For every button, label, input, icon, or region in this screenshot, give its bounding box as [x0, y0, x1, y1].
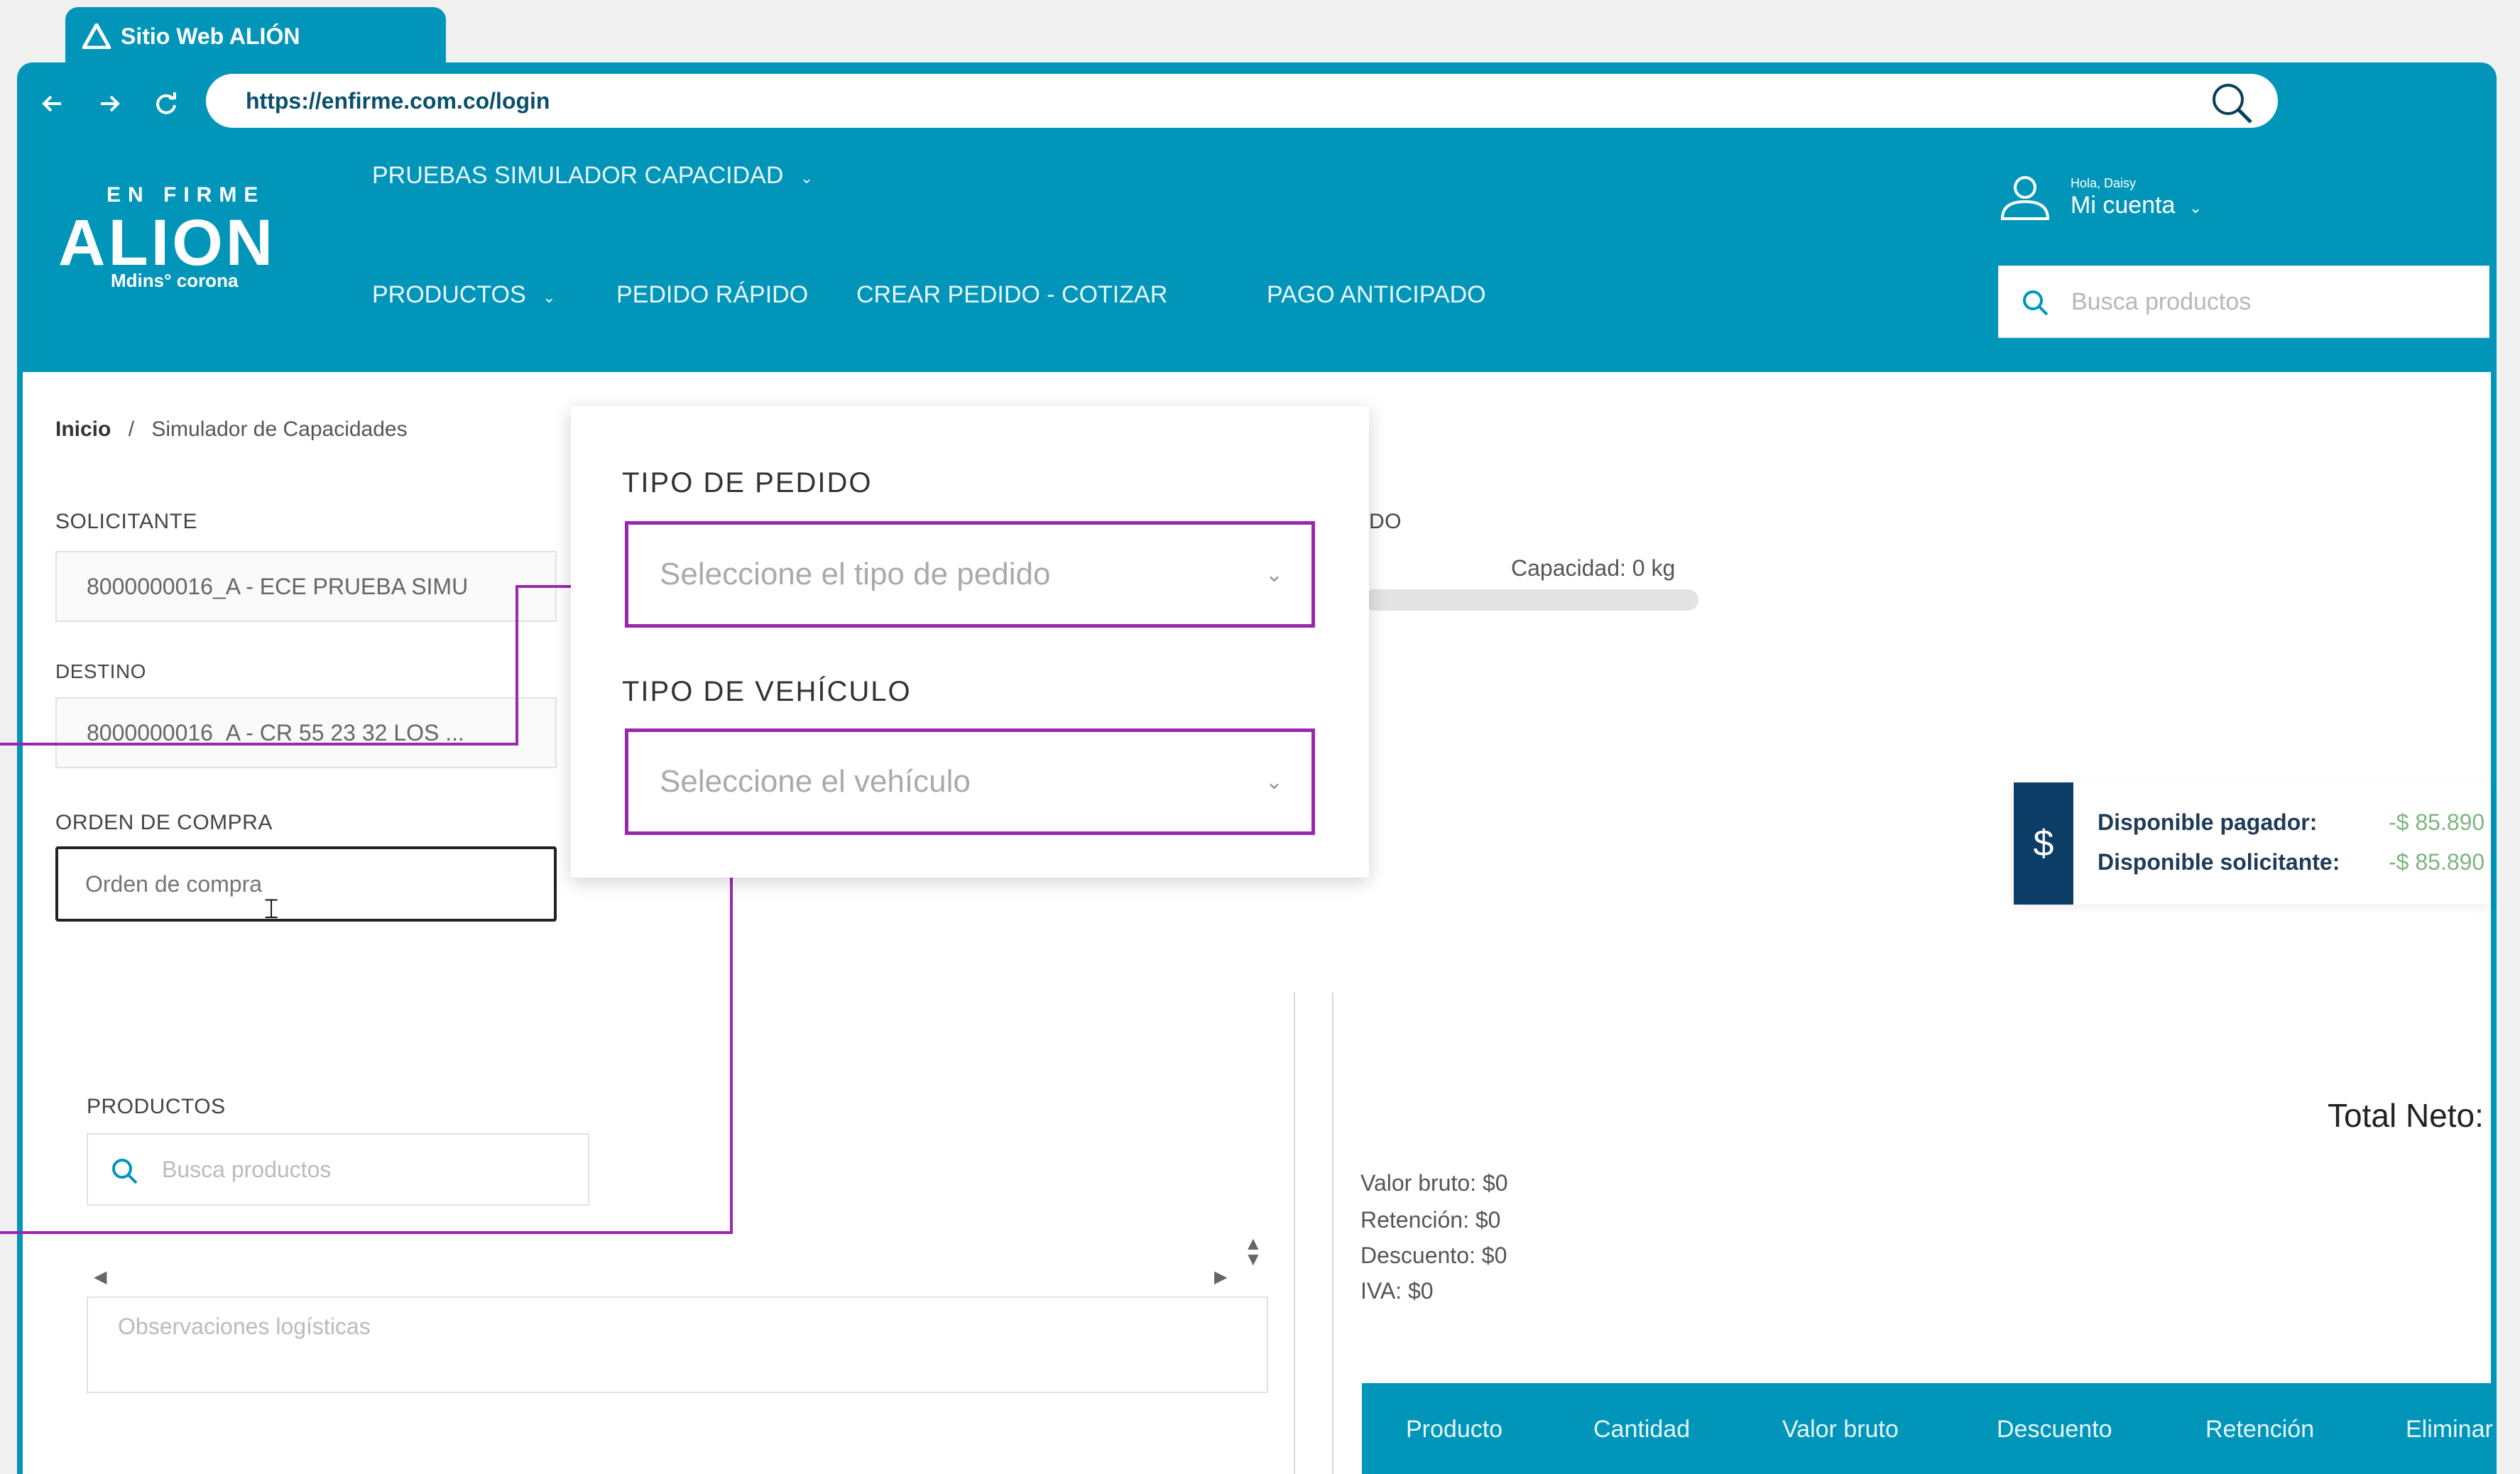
callout-line	[0, 1231, 733, 1234]
nav-pago-anticipado[interactable]: PAGO ANTICIPADO	[1267, 281, 1486, 309]
logo-sub-text: Mdins° corona	[111, 270, 239, 291]
greeting: Hola, Daisy	[2071, 176, 2137, 190]
observaciones-textarea[interactable]: Observaciones logísticas	[87, 1296, 1268, 1393]
breadcrumb-separator: /	[128, 417, 135, 441]
disponible-solicitante-value: -$ 85.890	[2389, 849, 2485, 875]
url-bar[interactable]: https://enfirme.com.co/login	[206, 74, 2278, 128]
capacity-partial-label: DO	[1369, 510, 1402, 533]
breadcrumb: Inicio / Simulador de Capacidades	[55, 417, 408, 442]
col-eliminar: Eliminar	[2406, 1416, 2493, 1443]
text-cursor-icon: 𝙸	[261, 893, 282, 924]
capacity-bar	[1363, 589, 1698, 611]
user-icon[interactable]	[1998, 173, 2052, 222]
divider	[1294, 993, 1295, 1474]
nav-pedido-rapido[interactable]: PEDIDO RÁPIDO	[616, 281, 808, 309]
valor-bruto-summary: Valor bruto: $0	[1360, 1170, 1508, 1196]
total-neto-label: Total Neto:	[2328, 1097, 2484, 1134]
url-text: https://enfirme.com.co/login	[246, 87, 550, 114]
table-header	[1362, 1383, 2491, 1474]
retencion-summary: Retención: $0	[1360, 1207, 1501, 1233]
iva-summary: IVA: $0	[1360, 1278, 1434, 1304]
chevron-down-icon: ⌄	[1265, 562, 1283, 586]
chevron-down-icon: ⌄	[542, 288, 556, 306]
chevron-down-icon: ⌄	[1265, 770, 1283, 794]
logo-top-text: EN FIRME	[107, 183, 266, 207]
alion-tab-icon	[82, 23, 111, 49]
tipo-pedido-label: TIPO DE PEDIDO	[622, 467, 873, 498]
orden-compra-label: ORDEN DE COMPRA	[55, 811, 273, 834]
breadcrumb-home[interactable]: Inicio	[55, 417, 111, 441]
search-icon	[2023, 290, 2049, 316]
solicitante-field[interactable]: 8000000016_A - ECE PRUEBA SIMU	[55, 551, 557, 622]
search-icon[interactable]	[2207, 78, 2257, 128]
back-icon[interactable]	[33, 84, 72, 124]
chevron-down-icon: ⌄	[2188, 199, 2203, 217]
reload-icon[interactable]	[146, 84, 186, 124]
col-retencion: Retención	[2205, 1416, 2315, 1443]
col-cantidad: Cantidad	[1593, 1416, 1691, 1443]
capacity-text: Capacidad: 0 kg	[1511, 555, 1676, 581]
disponible-pagador-value: -$ 85.890	[2389, 809, 2485, 835]
scroll-right-icon[interactable]: ▶	[1214, 1267, 1227, 1287]
disponible-solicitante-label: Disponible solicitante:	[2098, 849, 2340, 875]
destino-label: DESTINO	[55, 660, 146, 682]
scroll-left-icon[interactable]: ◀	[94, 1267, 107, 1287]
nav-crear-pedido[interactable]: CREAR PEDIDO - COTIZAR	[856, 281, 1167, 309]
search-icon	[112, 1159, 138, 1184]
chevron-down-icon: ⌄	[800, 169, 814, 187]
disponible-card	[2014, 782, 2491, 905]
browser-tab[interactable]: Sitio Web ALIÓN	[65, 7, 446, 65]
productos-label: PRODUCTOS	[87, 1095, 226, 1118]
context-select[interactable]: PRUEBAS SIMULADOR CAPACIDAD ⌄	[372, 162, 813, 190]
descuento-summary: Descuento: $0	[1360, 1243, 1507, 1268]
col-descuento: Descuento	[1997, 1416, 2112, 1443]
breadcrumb-current: Simulador de Capacidades	[151, 417, 408, 441]
dollar-icon: $	[2014, 782, 2073, 905]
tipo-vehiculo-select[interactable]: Seleccione el vehículo ⌄	[625, 728, 1315, 835]
callout-line	[730, 831, 733, 1234]
resize-arrows-icon[interactable]: ▲ ▼	[1244, 1234, 1262, 1268]
forward-icon[interactable]	[89, 84, 129, 124]
tipo-vehiculo-label: TIPO DE VEHÍCULO	[622, 676, 912, 707]
callout-line	[516, 586, 518, 746]
divider	[1332, 993, 1333, 1474]
solicitante-label: SOLICITANTE	[55, 510, 197, 533]
header-search-input[interactable]: Busca productos	[1998, 266, 2489, 338]
nav-productos[interactable]: PRODUCTOS ⌄	[372, 281, 556, 309]
productos-search-input[interactable]: Busca productos	[87, 1133, 589, 1206]
col-producto: Producto	[1406, 1416, 1503, 1443]
disponible-pagador-label: Disponible pagador:	[2098, 809, 2318, 835]
callout-line	[0, 743, 518, 746]
account-menu[interactable]: Mi cuenta ⌄	[2071, 192, 2202, 219]
orden-compra-input[interactable]	[55, 846, 557, 922]
tab-title: Sitio Web ALIÓN	[121, 23, 300, 49]
destino-select[interactable]: 8000000016_A - CR 55 23 32 LOS ...	[55, 697, 557, 768]
col-valor-bruto: Valor bruto	[1782, 1416, 1899, 1443]
tipo-pedido-select[interactable]: Seleccione el tipo de pedido ⌄	[625, 521, 1315, 628]
